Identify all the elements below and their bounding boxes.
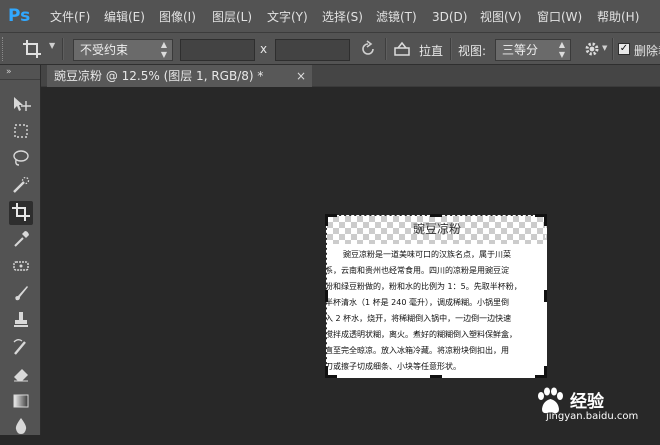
healing-brush-tool-icon[interactable] [9,255,33,279]
overlay-view-dropdown[interactable]: 三等分 ▲ ▼ [495,39,571,61]
history-brush-tool-icon[interactable] [9,336,33,360]
menu-window[interactable]: 窗口(W) [537,9,582,25]
ratio-dropdown[interactable]: 不受约束 ▲ ▼ [73,39,173,61]
swap-icon[interactable] [359,40,377,62]
crop-handle-top-right[interactable] [544,214,547,226]
panel-divider [0,79,40,80]
eyedropper-tool-icon[interactable] [9,228,33,252]
menu-edit[interactable]: 编辑(E) [104,9,145,25]
separator [385,38,387,60]
dropdown-arrows-icon: ▲ ▼ [160,40,167,59]
gear-icon[interactable] [583,40,601,62]
separator [450,38,452,60]
crop-handle-top[interactable] [430,214,442,217]
document-tab[interactable]: 豌豆凉粉 @ 12.5% (图层 1, RGB/8) * × [47,65,312,87]
view-label: 视图: [458,44,487,58]
dropdown-arrows-icon: ▲ ▼ [558,40,565,59]
menu-help[interactable]: 帮助(H) [597,9,639,25]
chevron-down-icon[interactable]: ▼ [602,44,607,52]
panel-grip[interactable] [2,37,7,61]
watermark-brand: 经验 [570,392,604,412]
document-text-line: 刀或擦子切成细条、小块等任意形状。 [327,362,461,371]
delete-cropped-checkbox[interactable]: ✓ [618,43,630,55]
document-text-line: 入 2 杯水，烧开，将稀糊倒入锅中，一边倒一边快速 [327,314,512,323]
blur-tool-icon[interactable] [9,415,33,439]
document-text-line: 直至完全晾凉。放入冰箱冷藏。将凉粉块倒扣出，用 [327,346,509,355]
tools-panel: » [0,65,41,435]
separator [62,38,64,60]
crop-handle-bottom-right[interactable] [544,366,547,378]
lasso-tool-icon[interactable] [9,147,33,171]
baidu-jingyan-watermark: 经验 jingyan.baidu.com [532,381,652,431]
width-input[interactable] [180,39,255,61]
menu-view[interactable]: 视图(V) [480,9,522,25]
document-text-line: 豌豆凉粉是一道美味可口的汉族名点，属于川菜 [327,250,511,259]
menu-3d[interactable]: 3D(D) [432,9,467,25]
ratio-value: 不受约束 [80,43,129,57]
crop-handle-bottom[interactable] [430,375,442,378]
close-icon[interactable]: × [296,65,306,87]
menu-type[interactable]: 文字(Y) [267,9,308,25]
straighten-button[interactable]: 拉直 [419,42,443,59]
marquee-tool-icon[interactable] [9,120,33,144]
document-text-line: 半杯清水（1 杯是 240 毫升），调成稀糊。小锅里倒 [327,298,509,307]
clone-stamp-tool-icon[interactable] [9,309,33,333]
document-text-line: 系，云南和贵州也经常食用。四川的凉粉是用豌豆淀 [327,266,509,275]
document-text-line: 粉和绿豆粉做的，粉和水的比例为 1：5。先取半杯粉， [327,282,522,291]
crop-handle-left[interactable] [325,290,328,302]
height-input[interactable] [275,39,350,61]
menu-filter[interactable]: 滤镜(T) [376,9,417,25]
separator [612,38,614,60]
document-canvas[interactable]: 豌豆凉粉 豌豆凉粉是一道美味可口的汉族名点，属于川菜 系，云南和贵州也经常食用。… [327,216,547,378]
move-tool-icon[interactable] [9,93,33,117]
x-separator-label: x [260,42,268,56]
menu-image[interactable]: 图像(I) [159,9,196,25]
document-text-line: 搅拌成透明状糊，离火。煮好的糊糊倒入塑料保鲜盒， [327,330,517,339]
menu-select[interactable]: 选择(S) [322,9,363,25]
brush-tool-icon[interactable] [9,282,33,306]
chevron-down-icon[interactable]: ▼ [49,41,55,50]
menu-bar: Ps 文件(F) 编辑(E) 图像(I) 图层(L) 文字(Y) 选择(S) 滤… [0,0,660,33]
crop-tool-icon[interactable] [9,201,33,225]
menu-layer[interactable]: 图层(L) [212,9,252,25]
crop-handle-right[interactable] [544,290,547,302]
gradient-tool-icon[interactable] [9,390,33,414]
straighten-icon[interactable] [393,41,411,61]
delete-cropped-label: 删除裁 [634,44,660,58]
watermark-url: jingyan.baidu.com [546,411,639,422]
menu-file[interactable]: 文件(F) [50,9,90,25]
document-tab-strip: 豌豆凉粉 @ 12.5% (图层 1, RGB/8) * × [41,65,660,87]
crop-tool-preset-icon[interactable] [22,39,42,63]
document-tab-title: 豌豆凉粉 @ 12.5% (图层 1, RGB/8) * [54,69,264,83]
eraser-tool-icon[interactable] [9,363,33,387]
crop-handle-bottom-left[interactable] [325,366,328,378]
photoshop-logo: Ps [8,6,31,26]
document-heading: 豌豆凉粉 [412,222,461,236]
view-value: 三等分 [502,43,539,57]
options-bar: ▼ 不受约束 ▲▼ x 拉直 视图: 三等分 ▲▼ ▼ ✓ 删除裁 [0,33,660,65]
expand-panel-icon[interactable]: » [6,67,12,77]
quick-selection-tool-icon[interactable] [9,174,33,198]
crop-handle-top-left[interactable] [325,214,328,226]
